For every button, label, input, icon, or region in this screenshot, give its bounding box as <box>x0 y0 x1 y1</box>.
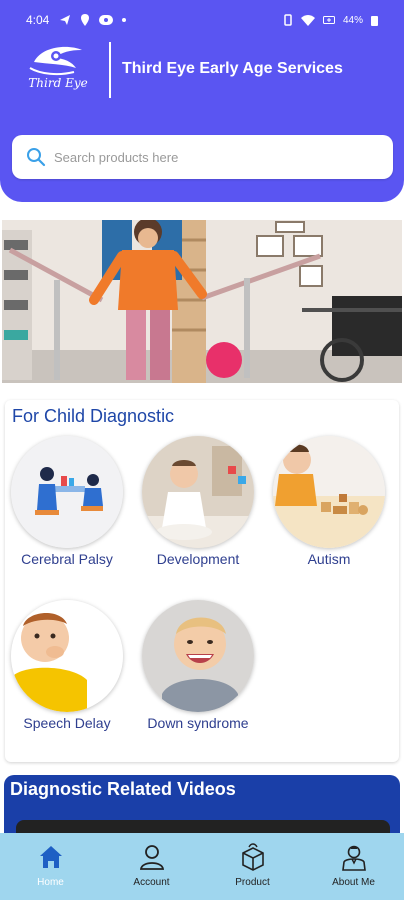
category-label: Speech Delay <box>23 715 111 731</box>
category-label: Autism <box>307 551 351 567</box>
nav-label-product: Product <box>235 877 270 888</box>
nav-item-about[interactable]: About Me <box>303 833 404 900</box>
category-autism[interactable]: Autism <box>269 436 389 567</box>
autism-image <box>273 436 385 548</box>
category-label: Development <box>156 551 240 567</box>
about-icon <box>341 845 366 871</box>
search-icon <box>27 148 46 167</box>
category-speech-delay[interactable]: Speech Delay <box>7 600 127 731</box>
therapy-room-illustration <box>2 220 402 383</box>
category-label: Down syndrome <box>147 715 249 731</box>
brand-logo: Third Eye <box>18 40 93 98</box>
third-eye-logo-icon <box>29 46 82 76</box>
status-time: 4:04 <box>26 13 50 27</box>
location-icon <box>81 14 90 26</box>
logo-text: Third Eye <box>28 76 88 90</box>
nav-label-account: Account <box>133 877 170 888</box>
media-icon <box>99 15 114 25</box>
nav-item-product[interactable]: Product <box>202 833 303 900</box>
nav-label-about: About Me <box>332 877 375 888</box>
account-icon <box>139 845 164 870</box>
search-bar[interactable] <box>12 135 393 179</box>
category-cerebral-palsy[interactable]: Cerebral Palsy <box>7 436 127 567</box>
header-divider <box>109 42 111 98</box>
section-title: For Child Diagnostic <box>12 406 175 426</box>
notification-icons <box>59 14 127 26</box>
status-bar: 4:04 44% <box>0 0 404 40</box>
battery-icon <box>371 15 378 26</box>
hero-banner-image[interactable] <box>2 220 402 383</box>
battery-level: 44% <box>342 14 363 26</box>
vibrate-icon <box>284 14 292 26</box>
product-icon <box>241 843 264 871</box>
speech-delay-image <box>11 600 123 712</box>
app-title: Third Eye Early Age Services <box>122 60 343 77</box>
category-development[interactable]: Development <box>138 436 258 567</box>
nav-item-account[interactable]: Account <box>101 833 202 900</box>
more-notifications-icon <box>122 18 127 22</box>
down-syndrome-image <box>142 600 254 712</box>
nav-item-home[interactable]: Home <box>0 833 101 900</box>
battery-saver-icon <box>322 16 335 24</box>
category-label: Cerebral Palsy <box>21 551 113 567</box>
child-diagnostic-section: For Child Diagnostic Cerebral Palsy Deve… <box>5 400 399 762</box>
development-image <box>142 436 254 548</box>
system-status: 44% <box>283 14 378 26</box>
videos-title: Diagnostic Related Videos <box>10 779 236 799</box>
category-down-syndrome[interactable]: Down syndrome <box>138 600 258 731</box>
search-input[interactable] <box>54 149 354 165</box>
telegram-icon <box>60 15 71 25</box>
home-icon <box>39 846 62 868</box>
bottom-navigation: Home Account Product About Me <box>0 833 404 900</box>
app-header: 4:04 44% Third Eye Third Eye Early Age S… <box>0 0 404 202</box>
wifi-icon <box>300 14 315 26</box>
nav-label-home: Home <box>37 877 64 888</box>
cerebral-palsy-image <box>11 436 123 548</box>
